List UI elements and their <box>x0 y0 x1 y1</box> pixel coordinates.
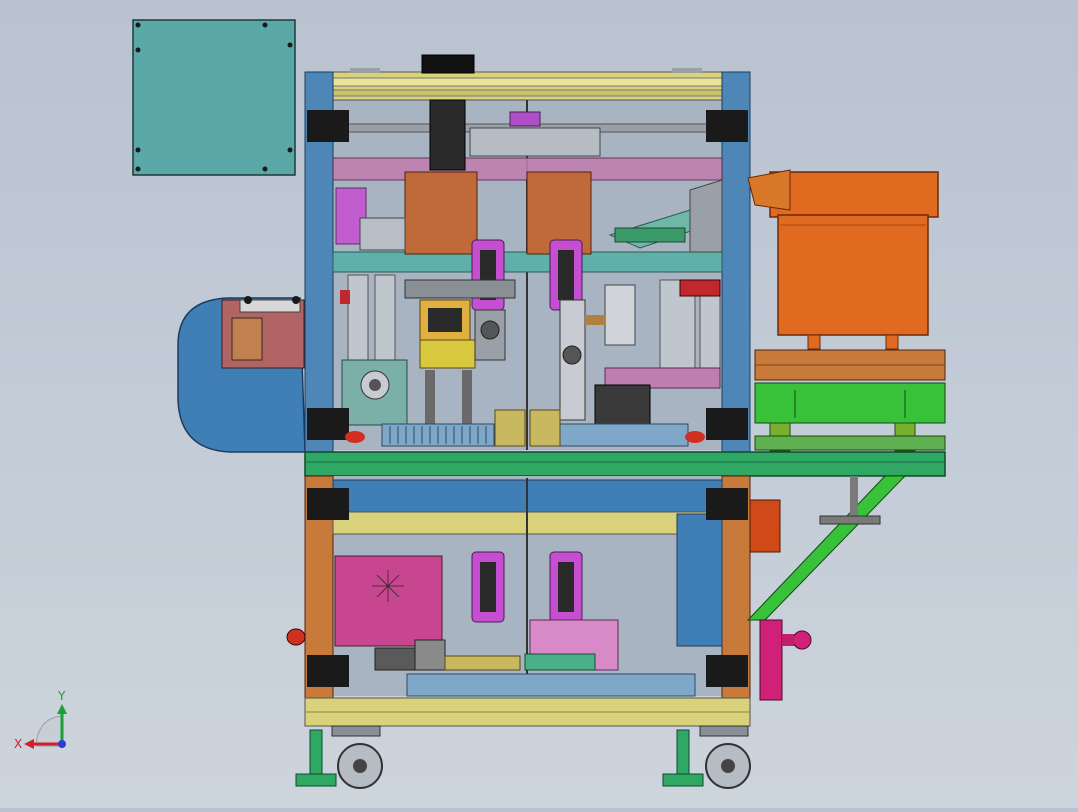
coordinate-triad: Y X <box>14 689 67 751</box>
machine-base-plate[interactable] <box>304 451 946 477</box>
cad-viewport[interactable]: Y X <box>0 0 1078 808</box>
control-box[interactable] <box>749 499 781 553</box>
machine-assembly-drawing: Y X <box>14 19 946 789</box>
y-axis-label: Y <box>57 689 66 703</box>
lower-cabinet[interactable] <box>286 475 751 699</box>
z-axis-dot <box>58 740 66 748</box>
feeder-base[interactable] <box>754 349 946 452</box>
vibratory-feeder-bowl[interactable] <box>747 169 939 350</box>
aluminum-frame[interactable] <box>304 54 751 453</box>
bottom-frame[interactable] <box>304 697 751 727</box>
x-axis-label: X <box>14 737 22 751</box>
side-guard-cover[interactable] <box>177 296 306 453</box>
electrical-panel[interactable] <box>132 19 296 176</box>
air-filter-regulator[interactable] <box>759 619 812 701</box>
